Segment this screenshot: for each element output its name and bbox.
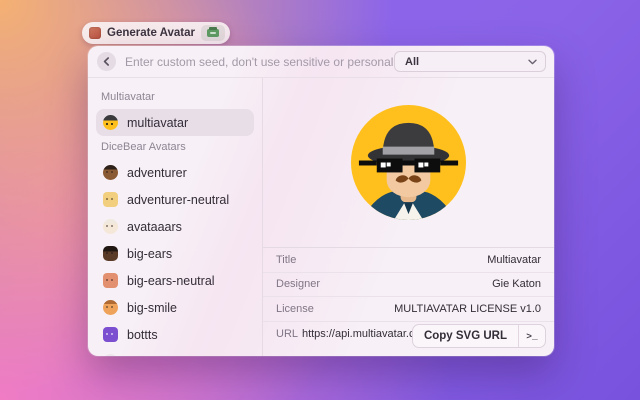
copy-svg-url-button[interactable]: Copy SVG URL: [413, 325, 518, 347]
multiavatar-thumbnail-icon: [103, 115, 118, 130]
section-title-multiavatar: Multiavatar: [96, 86, 254, 109]
terminal-icon[interactable]: >_: [519, 325, 545, 347]
extension-icon: [89, 27, 101, 39]
sidebar-item-bottts[interactable]: bottts: [96, 321, 254, 348]
avataaars-thumbnail-icon: [103, 219, 118, 234]
sidebar-item-avataaars[interactable]: avataaars: [96, 213, 254, 240]
multiavatar-preview-image: [349, 103, 468, 222]
search-header: All: [88, 46, 554, 78]
meta-row-designer: Designer Gie Katon: [263, 273, 554, 298]
sidebar-item-label: multiavatar: [127, 116, 188, 130]
sidebar-item-croodles[interactable]: croodles: [96, 348, 254, 356]
sidebar-item-big-smile[interactable]: big-smile: [96, 294, 254, 321]
big-ears-neutral-thumbnail-icon: [103, 273, 118, 288]
filter-dropdown-value: All: [405, 56, 528, 68]
bottts-thumbnail-icon: [103, 327, 118, 342]
meta-value: Multiavatar: [487, 254, 541, 266]
section-title-dicebear: DiceBear Avatars: [96, 136, 254, 159]
printer-icon: [207, 29, 219, 37]
sidebar-item-label: bottts: [127, 328, 158, 342]
sidebar-item-big-ears-neutral[interactable]: big-ears-neutral: [96, 267, 254, 294]
generate-avatar-window: All Multiavatar multiavatar DiceBear Ava…: [88, 46, 554, 356]
sidebar-item-label: big-ears: [127, 247, 172, 261]
sidebar-item-label: avataaars: [127, 220, 182, 234]
meta-label: Designer: [276, 278, 320, 290]
command-tag-label: Generate Avatar: [107, 27, 195, 39]
seed-input[interactable]: [125, 55, 394, 69]
croodles-thumbnail-icon: [103, 354, 118, 356]
meta-value: Gie Katon: [492, 278, 541, 290]
window-body: Multiavatar multiavatar DiceBear Avatars…: [88, 78, 554, 356]
big-ears-thumbnail-icon: [103, 246, 118, 261]
chevron-down-icon: [528, 59, 537, 65]
meta-row-license: License MULTIAVATAR LICENSE v1.0: [263, 297, 554, 322]
sidebar-item-label: big-ears-neutral: [127, 274, 215, 288]
meta-label: URL: [276, 328, 298, 340]
sidebar-item-label: adventurer: [127, 166, 187, 180]
sidebar-item-adventurer-neutral[interactable]: adventurer-neutral: [96, 186, 254, 213]
style-list: Multiavatar multiavatar DiceBear Avatars…: [88, 78, 262, 356]
avatar-preview: [263, 78, 554, 247]
tag-badge: [201, 25, 225, 41]
action-bar: Copy SVG URL >_: [412, 324, 546, 348]
detail-pane: Title Multiavatar Designer Gie Katon Lic…: [263, 78, 554, 356]
command-tag[interactable]: Generate Avatar: [82, 22, 230, 44]
sidebar-item-label: adventurer-neutral: [127, 193, 229, 207]
sidebar-item-label: croodles: [127, 355, 174, 357]
back-button[interactable]: [97, 52, 116, 71]
adventurer-neutral-thumbnail-icon: [103, 192, 118, 207]
meta-value: MULTIAVATAR LICENSE v1.0: [394, 303, 541, 315]
sidebar-item-adventurer[interactable]: adventurer: [96, 159, 254, 186]
chevron-left-icon: [103, 57, 110, 66]
meta-label: License: [276, 303, 314, 315]
sidebar-item-big-ears[interactable]: big-ears: [96, 240, 254, 267]
adventurer-thumbnail-icon: [103, 165, 118, 180]
sidebar-item-multiavatar[interactable]: multiavatar: [96, 109, 254, 136]
big-smile-thumbnail-icon: [103, 300, 118, 315]
desktop-background: Generate Avatar All Multiavatar: [0, 0, 640, 400]
sidebar-item-label: big-smile: [127, 301, 177, 315]
meta-row-title: Title Multiavatar: [263, 248, 554, 273]
filter-dropdown[interactable]: All: [394, 51, 546, 72]
meta-label: Title: [276, 254, 296, 266]
